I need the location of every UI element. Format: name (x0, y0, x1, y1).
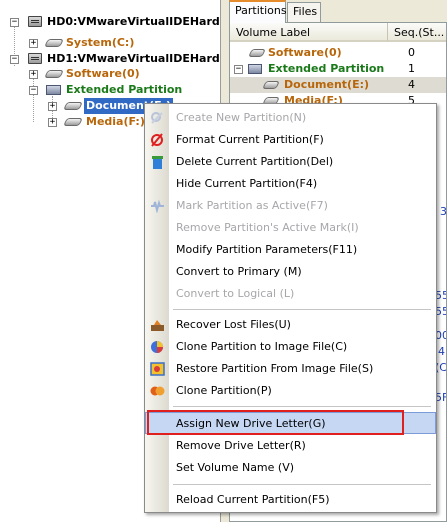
menu-item-hide-partition[interactable]: Hide Current Partition(F4) (145, 173, 436, 195)
tree-label-hd0: HD0:VMwareVirtualIDEHardDrive (47, 15, 220, 28)
collapse-icon[interactable]: − (29, 86, 38, 95)
column-header-seq[interactable]: Seq.(St... (388, 23, 446, 42)
list-row[interactable]: Software(0) 0 (230, 45, 446, 61)
menu-item-label: Convert to Primary (M) (176, 265, 302, 278)
menu-item-label: Reload Current Partition(F5) (176, 493, 330, 506)
tree-item-software[interactable]: + Software(0) (0, 66, 220, 82)
menu-item-label: Recover Lost Files(U) (176, 318, 291, 331)
clone-to-image-icon (151, 341, 163, 353)
menu-item-label: Restore Partition From Image File(S) (176, 362, 374, 375)
expand-icon[interactable]: + (29, 70, 38, 79)
list-cell-label: Extended Partition (268, 62, 385, 75)
tree-item-system[interactable]: + System(C:) (0, 35, 220, 51)
tree-item-hd0[interactable]: − HD0:VMwareVirtualIDEHardDrive (0, 14, 220, 30)
list-row[interactable]: − Extended Partition 1 (230, 61, 446, 77)
menu-item-recover-lost-files[interactable]: Recover Lost Files(U) (145, 314, 436, 336)
menu-item-label: Convert to Logical (L) (176, 287, 295, 300)
list-row-selected[interactable]: Document(E:) 4 (230, 77, 446, 93)
context-menu: Create New Partition(N) Format Current P… (144, 103, 437, 513)
collapse-icon[interactable]: − (10, 55, 19, 64)
tab-partitions[interactable]: Partitions (229, 0, 287, 23)
menu-item-delete-partition[interactable]: Delete Current Partition(Del) (145, 151, 436, 173)
menu-item-clone-to-image[interactable]: Clone Partition to Image File(C) (145, 336, 436, 358)
restore-image-icon (150, 362, 165, 376)
menu-item-convert-logical[interactable]: Convert to Logical (L) (145, 283, 436, 305)
menu-item-label: Remove Partition's Active Mark(I) (176, 221, 359, 234)
create-partition-icon (151, 112, 163, 124)
menu-item-create-new-partition[interactable]: Create New Partition(N) (145, 107, 436, 129)
menu-item-label: Hide Current Partition(F4) (176, 177, 318, 190)
expand-icon[interactable]: + (48, 118, 57, 127)
highlight-annotation-box (147, 410, 404, 435)
menu-item-label: Format Current Partition(F) (176, 133, 324, 146)
partition-icon (44, 39, 64, 47)
menu-item-remove-active-mark[interactable]: Remove Partition's Active Mark(I) (145, 217, 436, 239)
list-cell-seq: 1 (408, 62, 415, 75)
collapse-icon[interactable]: − (234, 65, 243, 74)
format-icon (151, 133, 163, 147)
list-cell-label: Software(0) (268, 46, 342, 59)
menu-item-modify-parameters[interactable]: Modify Partition Parameters(F11) (145, 239, 436, 261)
collapse-icon[interactable]: − (10, 18, 19, 27)
extended-partition-icon (46, 85, 61, 95)
menu-item-remove-drive-letter[interactable]: Remove Drive Letter(R) (145, 435, 436, 457)
expand-icon[interactable]: + (48, 102, 57, 111)
partition-icon (262, 81, 280, 89)
menu-item-set-volume-name[interactable]: Set Volume Name (V) (145, 457, 436, 479)
tree-label-system: System(C:) (66, 36, 135, 49)
menu-separator (173, 309, 431, 310)
extended-partition-icon (248, 64, 262, 74)
list-cell-label: Document(E:) (284, 78, 370, 91)
recover-files-icon (151, 320, 164, 331)
clone-partition-icon (150, 386, 165, 396)
menu-item-clone-partition[interactable]: Clone Partition(P) (145, 380, 436, 402)
menu-item-format-partition[interactable]: Format Current Partition(F) (145, 129, 436, 151)
menu-item-reload-partition[interactable]: Reload Current Partition(F5) (145, 489, 436, 511)
menu-item-label: Modify Partition Parameters(F11) (176, 243, 358, 256)
tree-label-extended: Extended Partition (66, 83, 183, 96)
recycle-bin-icon (152, 156, 163, 169)
mark-active-icon (151, 199, 164, 213)
partition-icon (63, 118, 83, 126)
tab-files[interactable]: Files (287, 2, 321, 22)
detail-fragment: 3 (440, 205, 447, 218)
list-cell-seq: 4 (408, 78, 415, 91)
tree-item-extended[interactable]: − Extended Partition (0, 82, 220, 98)
menu-item-convert-primary[interactable]: Convert to Primary (M) (145, 261, 436, 283)
menu-separator (173, 484, 431, 485)
menu-item-label: Delete Current Partition(Del) (176, 155, 334, 168)
menu-item-label: Set Volume Name (V) (176, 461, 295, 474)
tree-label-software: Software(0) (66, 67, 140, 80)
menu-separator (173, 406, 431, 407)
menu-item-label: Mark Partition as Active(F7) (176, 199, 328, 212)
menu-item-label: Create New Partition(N) (176, 111, 307, 124)
hard-disk-icon (28, 16, 42, 27)
partition-icon (63, 102, 83, 110)
menu-item-label: Clone Partition to Image File(C) (176, 340, 348, 353)
tree-label-media: Media(F:) (86, 115, 145, 128)
column-header-volume-label[interactable]: Volume Label (230, 23, 388, 42)
menu-item-label: Remove Drive Letter(R) (176, 439, 306, 452)
menu-item-label: Clone Partition(P) (176, 384, 272, 397)
partition-icon (44, 70, 64, 78)
partition-icon (248, 49, 266, 57)
tree-item-hd1[interactable]: − HD1:VMwareVirtualIDEHardDrive (0, 51, 220, 67)
menu-item-restore-from-image[interactable]: Restore Partition From Image File(S) (145, 358, 436, 380)
tree-label-hd1: HD1:VMwareVirtualIDEHardDrive (47, 52, 220, 65)
menu-item-mark-active[interactable]: Mark Partition as Active(F7) (145, 195, 436, 217)
hard-disk-icon (28, 53, 42, 64)
list-cell-seq: 0 (408, 46, 415, 59)
detail-fragment: 4 (438, 345, 445, 358)
expand-icon[interactable]: + (29, 39, 38, 48)
